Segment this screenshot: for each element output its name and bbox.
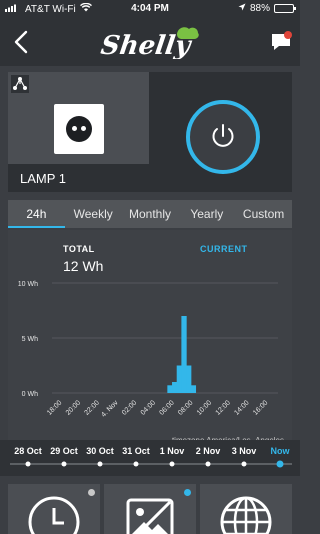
timeline-dot[interactable] [169,461,175,467]
back-chevron-icon[interactable] [10,29,34,55]
x-tick-label: 20:00 [65,399,82,416]
timeline-date-label[interactable]: 29 Oct [50,446,78,456]
bar [181,316,187,393]
y-tick-label: 10 Wh [18,281,38,288]
status-bar: AT&T Wi-Fi 4:04 PM 88% [0,0,300,18]
timeline-date-label[interactable]: 28 Oct [14,446,42,456]
timeline-date-label[interactable]: 1 Nov [160,446,185,456]
shelly-logo: Shelly [99,27,199,59]
timeline-dot[interactable] [276,460,284,468]
x-tick-label: 18:00 [46,399,63,416]
timeline-dot[interactable] [205,461,211,467]
device-tile[interactable]: LAMP 1 [8,72,149,192]
y-tick-label: 5 Wh [22,336,38,343]
bar [186,365,192,393]
total-label: TOTAL [63,244,95,254]
battery-percent: 88% [249,3,270,14]
timeline-date-label[interactable]: 30 Oct [86,446,114,456]
image-tile[interactable] [104,484,196,534]
timeline-dot[interactable] [25,461,31,467]
tab-monthly[interactable]: Monthly [122,200,179,228]
consumption-chart: 10 Wh5 Wh0 Wh18:00 20:00 22:00 4. Nov 02:00 0… [18,281,278,419]
location-arrow-icon [238,3,246,14]
no-image-icon [126,498,174,534]
x-tick-label: 12:00 [215,399,232,416]
plug-socket [66,116,92,142]
bar [167,385,173,393]
timeline-dot[interactable] [97,461,103,467]
x-tick-label: 08:00 [177,399,194,416]
status-right: 88% [238,3,296,14]
power-button[interactable] [184,98,262,176]
timeline-dot[interactable] [133,461,139,467]
tab-custom[interactable]: Custom [235,200,292,228]
timeline-dot[interactable] [61,461,67,467]
period-tabs: 24h Weekly Monthly Yearly Custom [8,200,292,228]
y-tick-label: 0 Wh [22,391,38,398]
timeline-dot[interactable] [241,461,247,467]
x-tick-label: 4. Nov [100,399,120,419]
timeline-date-label[interactable]: 3 Nov [232,446,257,456]
x-tick-label: 04:00 [140,399,157,416]
status-dot [184,489,191,496]
plug-icon [54,104,104,154]
logo-text: Shelly [99,30,194,59]
date-timeline: 28 Oct 29 Oct 30 Oct 31 Oct 1 Nov 2 Nov 3 Nov N… [0,440,300,476]
battery-icon [274,4,296,13]
total-value: 12 Wh [63,258,104,274]
device-name: LAMP 1 [8,164,149,192]
chat-icon[interactable] [270,31,292,53]
feature-tiles [8,484,292,534]
tab-weekly[interactable]: Weekly [65,200,122,228]
current-label[interactable]: CURRENT [200,244,248,254]
x-tick-label: 10:00 [196,399,213,416]
clock-icon [28,496,80,534]
timeline-date-label[interactable]: 2 Nov [196,446,221,456]
x-tick-label: 02:00 [121,399,138,416]
app-header: Shelly [0,18,300,66]
consumption-panel: 10 Wh 5 Wh 0 Wh 18:00 20:00 22:00 4. Nov 02:00 0… [8,230,292,452]
bar [172,382,178,393]
x-tick-label: 16:00 [252,399,269,416]
x-tick-label: 06:00 [158,399,175,416]
x-tick-label: 14:00 [233,399,250,416]
tab-yearly[interactable]: Yearly [178,200,235,228]
x-tick-label: 22:00 [84,399,101,416]
timeline-date-label[interactable]: 31 Oct [122,446,150,456]
timeline-track: 28 Oct 29 Oct 30 Oct 31 Oct 1 Nov 2 Nov 3 Nov N… [10,446,292,468]
cloud-tile[interactable] [200,484,292,534]
total-block: TOTAL 12 Wh [63,244,103,274]
bar [190,385,197,393]
timer-tile[interactable] [8,484,100,534]
tab-24h[interactable]: 24h [8,200,65,228]
share-icon[interactable] [11,75,29,93]
globe-icon [220,496,272,534]
bar [176,365,182,393]
status-dot [88,489,95,496]
timeline-date-label[interactable]: Now [271,446,291,456]
